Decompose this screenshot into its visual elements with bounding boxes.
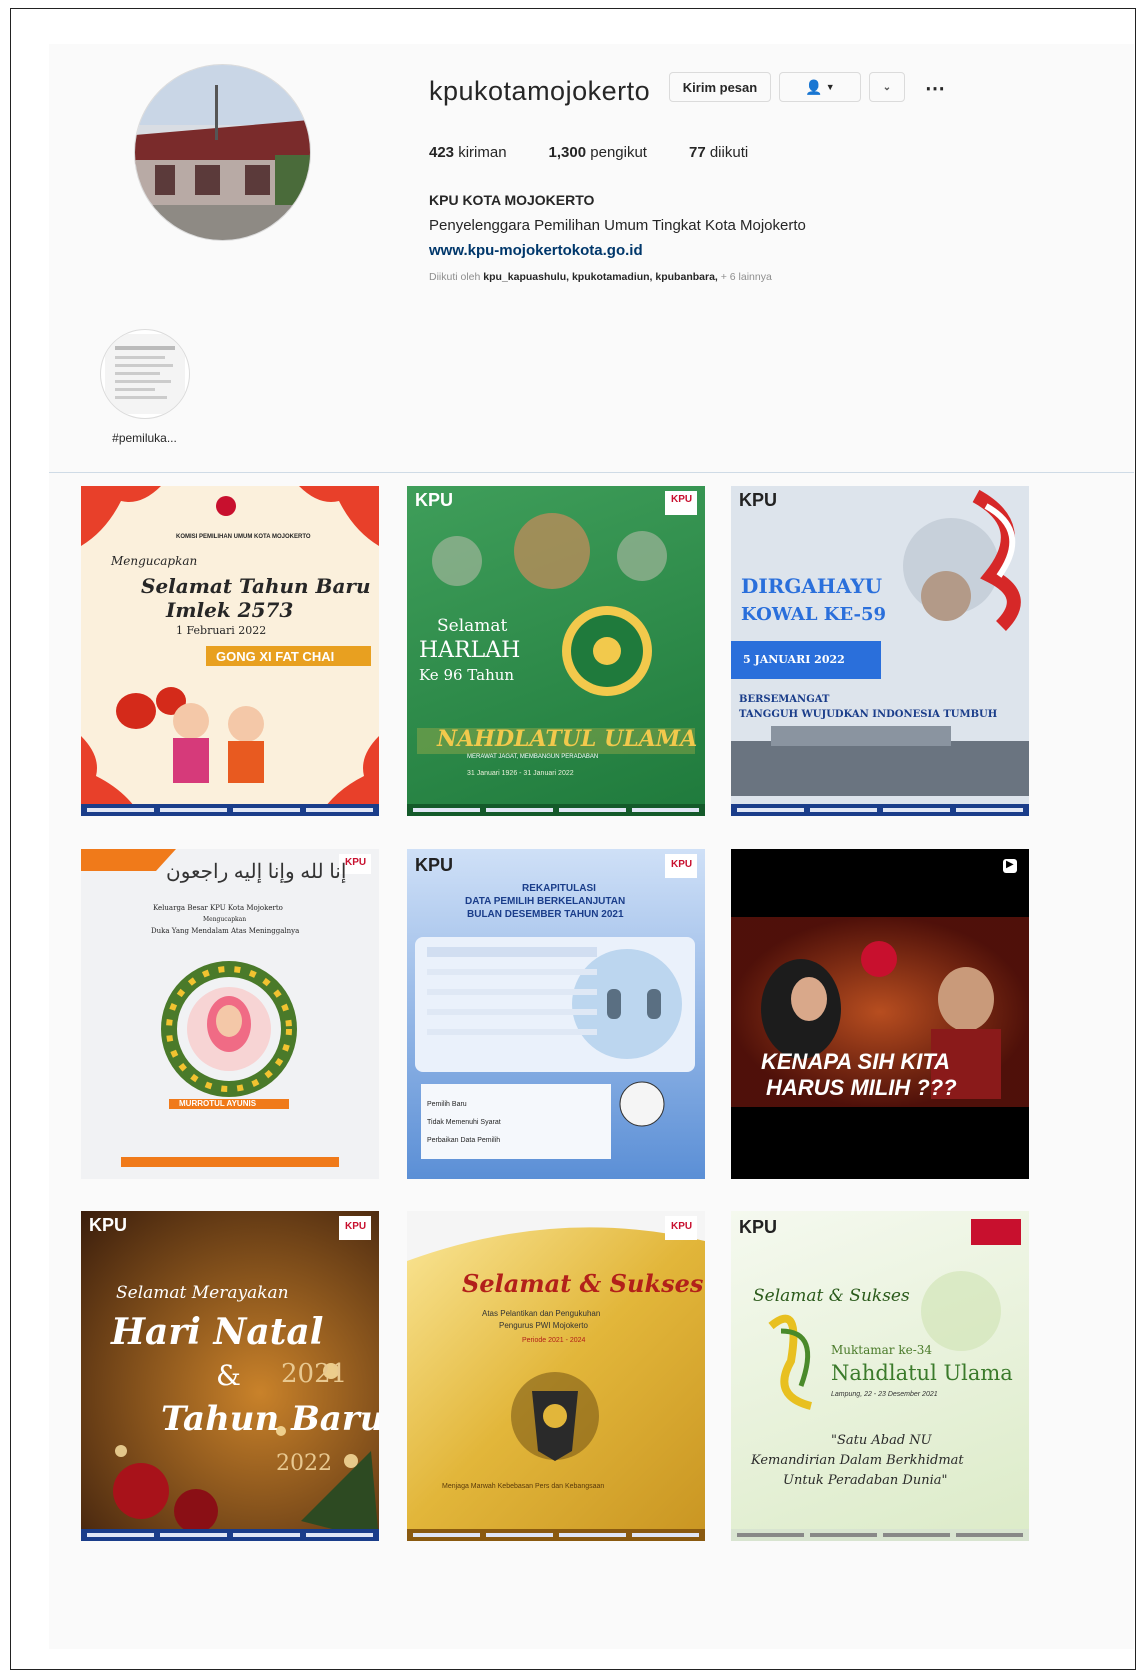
- post-text: Pengurus PWI Mojokerto: [499, 1321, 588, 1330]
- highlight-cover: [99, 329, 190, 419]
- post-year: 2021: [281, 1359, 348, 1389]
- post-text: TANGGUH WUJUDKAN INDONESIA TUMBUH: [739, 709, 998, 720]
- tabs-divider: [49, 472, 1134, 473]
- profile-website-link[interactable]: www.kpu-mojokertokota.go.id: [429, 242, 643, 259]
- post-banner: GONG XI FAT CHAI: [216, 649, 335, 664]
- post-muktamar-nu[interactable]: KPU Selamat & Sukses Muktamar ke-34 Nahd…: [731, 1211, 1029, 1541]
- post-text: &: [216, 1359, 241, 1392]
- more-options-icon[interactable]: ⋯: [925, 76, 947, 101]
- kpu-badge-icon: KPU: [671, 1221, 693, 1232]
- post-text: Perbaikan Data Pemilih: [427, 1137, 501, 1144]
- kpu-logo: KPU: [739, 490, 778, 510]
- kpu-logo: KPU: [415, 855, 454, 875]
- video-icon: ▶: [1006, 859, 1014, 870]
- kpu-logo: KPU: [739, 1217, 778, 1237]
- post-year: 2022: [276, 1451, 332, 1476]
- profile-bio: Penyelenggara Pemilihan Umum Tingkat Kot…: [429, 217, 806, 234]
- post-title: Tahun Baru: [161, 1399, 379, 1439]
- profile-username: kpukotamojokerto: [429, 76, 651, 106]
- post-title: Selamat Tahun Baru: [141, 574, 371, 598]
- highlight-label: #pemiluka...: [112, 431, 177, 445]
- post-harlah-nu[interactable]: KPU KPU Selamat HARLAH Ke 96 Tahun NAHDL…: [407, 486, 705, 816]
- post-text: Selamat: [437, 616, 508, 636]
- following-stat[interactable]: 77 diikuti: [689, 144, 748, 161]
- post-text: Tidak Memenuhi Syarat: [427, 1119, 501, 1126]
- post-text: Muktamar ke-34: [831, 1343, 933, 1357]
- post-text: Mengucapkan: [111, 554, 198, 568]
- post-footer-strip: [407, 1529, 705, 1541]
- post-name: MURROTUL AYUNIS: [179, 1099, 257, 1108]
- post-title: KENAPA SIH KITA: [761, 1049, 951, 1074]
- post-title: Nahdlatul Ulama: [831, 1361, 1013, 1385]
- post-title: Imlek 2573: [166, 598, 294, 622]
- post-quote: "Satu Abad NU: [831, 1433, 932, 1448]
- kpu-badge-icon: KPU: [345, 857, 367, 868]
- post-text: BERSEMANGAT: [739, 694, 830, 705]
- post-date: 5 JANUARI 2022: [743, 653, 845, 666]
- post-duka-cita[interactable]: إنا لله وإنا إليه راجعون KPU Keluarga Be…: [81, 849, 379, 1179]
- kpu-badge-icon: KPU: [345, 1221, 367, 1232]
- posts-stat: 423 kiriman: [429, 144, 507, 161]
- chevron-down-icon: ▼: [825, 82, 835, 92]
- post-natal[interactable]: KPU KPU Selamat Merayakan Hari Natal & 2…: [81, 1211, 379, 1541]
- post-imlek[interactable]: KOMISI PEMILIHAN UMUM KOTA MOJOKERTO Men…: [81, 486, 379, 816]
- post-title: Hari Natal: [111, 1311, 324, 1353]
- message-button[interactable]: Kirim pesan: [669, 72, 771, 102]
- chevron-down-icon: ⌄: [882, 81, 892, 93]
- post-text: Lampung, 22 - 23 Desember 2021: [831, 1391, 938, 1398]
- post-text: Atas Pelantikan dan Pengukuhan: [482, 1309, 601, 1318]
- post-text: Pemilih Baru: [427, 1101, 467, 1108]
- post-title: Selamat & Sukses: [462, 1269, 704, 1298]
- post-quote: Kemandirian Dalam Berkhidmat: [751, 1453, 964, 1468]
- post-title: KOWAL KE-59: [741, 604, 887, 625]
- kpu-badge-icon: KPU: [671, 859, 693, 870]
- post-footer-strip: [731, 804, 1029, 816]
- post-kowal[interactable]: KPU DIRGAHAYU KOWAL KE-59 5 JANUARI 2022…: [731, 486, 1029, 816]
- post-text: Selamat & Sukses: [753, 1286, 910, 1306]
- follow-status-button[interactable]: 👤 ▼: [779, 72, 861, 102]
- post-title: HARUS MILIH ???: [766, 1075, 957, 1100]
- post-text: Mengucapkan: [203, 916, 247, 923]
- post-rekapitulasi[interactable]: KPU KPU REKAPITULASI DATA PEMILIH BERKEL…: [407, 849, 705, 1179]
- story-highlight[interactable]: #pemiluka...: [97, 329, 192, 445]
- profile-page: kpukotamojokerto Kirim pesan 👤 ▼ ⌄ ⋯ 423…: [49, 44, 1134, 1649]
- post-date: 31 Januari 1926 - 31 Januari 2022: [467, 770, 574, 777]
- post-text: Ke 96 Tahun: [419, 666, 515, 684]
- post-date: 1 Februari 2022: [176, 624, 267, 637]
- screenshot-frame: kpukotamojokerto Kirim pesan 👤 ▼ ⌄ ⋯ 423…: [10, 8, 1136, 1670]
- post-title: REKAPITULASI: [522, 883, 596, 894]
- post-text: Selamat Merayakan: [116, 1283, 289, 1303]
- profile-stats: 423 kiriman 1,300 pengikut 77 diikuti: [429, 144, 748, 161]
- followers-stat[interactable]: 1,300 pengikut: [549, 144, 647, 161]
- post-text: Menjaga Marwah Kebebasan Pers dan Kebang…: [442, 1483, 605, 1490]
- post-arabic-text: إنا لله وإنا إليه راجعون: [166, 861, 347, 883]
- post-pwi[interactable]: KPU Selamat & Sukses Atas Pelantikan dan…: [407, 1211, 705, 1541]
- post-banner: NAHDLATUL ULAMA: [437, 726, 698, 752]
- post-footer-strip: [81, 804, 379, 816]
- post-org-text: KOMISI PEMILIHAN UMUM KOTA MOJOKERTO: [176, 534, 311, 540]
- kpu-logo: KPU: [415, 490, 454, 510]
- post-text: Duka Yang Mendalam Atas Meninggalnya: [151, 927, 300, 935]
- post-footer-strip: [81, 1529, 379, 1541]
- suggested-dropdown-button[interactable]: ⌄: [869, 72, 905, 102]
- post-title: DIRGAHAYU: [741, 574, 883, 598]
- post-footer-strip: [731, 1529, 1029, 1541]
- post-title: DATA PEMILIH BERKELANJUTAN: [465, 896, 626, 907]
- profile-avatar[interactable]: [134, 64, 311, 241]
- post-title: BULAN DESEMBER TAHUN 2021: [467, 909, 624, 920]
- post-text: Keluarga Besar KPU Kota Mojokerto: [153, 904, 283, 912]
- kpu-badge-icon: KPU: [671, 494, 693, 505]
- post-video-kenapa-milih[interactable]: ▶ KENAPA SIH KITA HARUS MILIH ???: [731, 849, 1029, 1179]
- profile-full-name: KPU KOTA MOJOKERTO: [429, 192, 595, 208]
- kpu-logo: KPU: [89, 1215, 128, 1235]
- person-icon: 👤: [805, 78, 823, 95]
- post-quote: Untuk Peradaban Dunia": [783, 1473, 948, 1488]
- post-text: MERAWAT JAGAT, MEMBANGUN PERADABAN: [467, 754, 599, 760]
- post-footer-strip: [407, 804, 705, 816]
- post-text: Periode 2021 - 2024: [522, 1337, 586, 1344]
- followed-by-text[interactable]: Diikuti oleh kpu_kapuashulu, kpukotamadi…: [429, 271, 772, 283]
- post-title: HARLAH: [419, 638, 521, 663]
